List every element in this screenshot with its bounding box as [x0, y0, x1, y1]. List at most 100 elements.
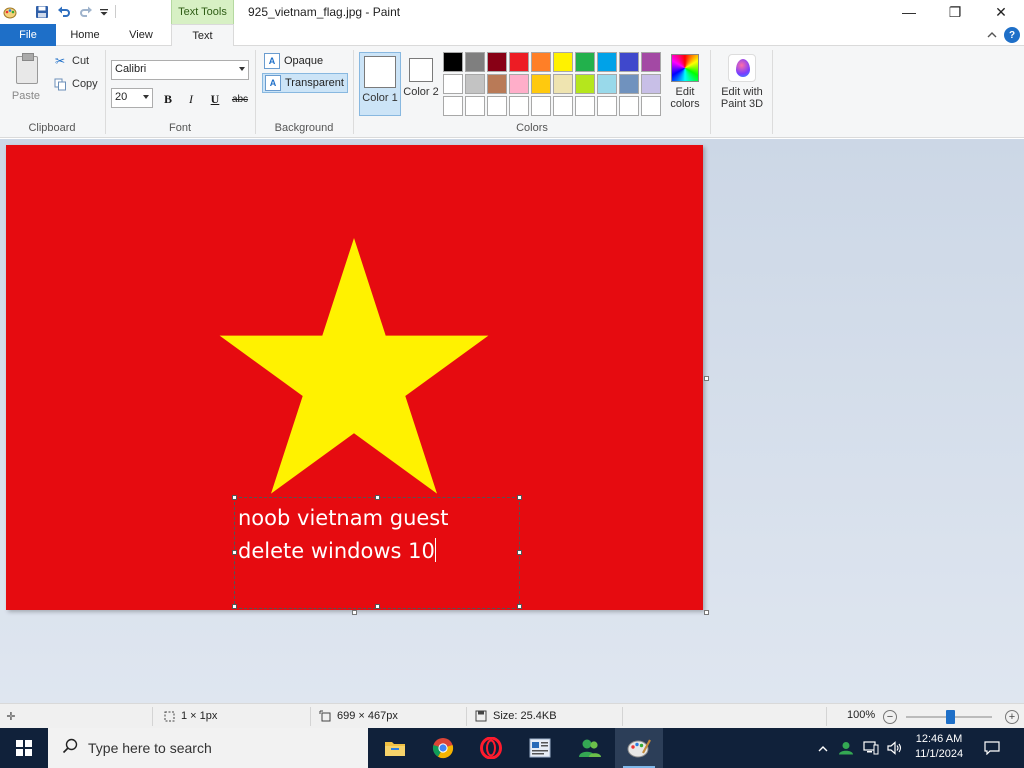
transparent-button[interactable]: A Transparent	[262, 73, 348, 93]
italic-button[interactable]: I	[182, 90, 200, 108]
image-canvas[interactable]: noob vietnam guest delete windows 10	[6, 145, 703, 610]
zoom-in-button[interactable]: +	[1005, 710, 1019, 724]
chrome-button[interactable]	[419, 728, 467, 768]
edit-with-paint3d-button[interactable]: Edit with Paint 3D	[716, 52, 768, 116]
zoom-out-button[interactable]: −	[883, 710, 897, 724]
color1-button[interactable]: Color 1	[359, 52, 401, 116]
palette-swatch[interactable]	[597, 52, 617, 72]
palette-swatch[interactable]	[553, 52, 573, 72]
maximize-button[interactable]: ❐	[932, 0, 978, 24]
palette-swatch[interactable]	[509, 52, 529, 72]
close-button[interactable]: ✕	[978, 0, 1024, 24]
palette-swatch[interactable]	[641, 52, 661, 72]
paint-taskbar-button[interactable]	[615, 728, 663, 768]
undo-icon[interactable]	[56, 4, 72, 20]
palette-swatch[interactable]	[487, 52, 507, 72]
palette-swatch[interactable]	[465, 74, 485, 94]
opaque-button[interactable]: A Opaque	[262, 51, 346, 71]
palette-swatch[interactable]	[575, 96, 595, 116]
save-icon[interactable]	[34, 4, 50, 20]
toolbar-divider	[115, 5, 116, 18]
textbox-resize-handle[interactable]	[517, 495, 522, 500]
palette-swatch[interactable]	[531, 74, 551, 94]
ribbon-tab-row: File Home View Text ?	[0, 24, 1024, 47]
redo-icon[interactable]	[78, 4, 94, 20]
canvas-resize-handle[interactable]	[352, 610, 357, 615]
file-explorer-button[interactable]	[371, 728, 419, 768]
palette-swatch[interactable]	[641, 74, 661, 94]
canvas-resize-handle[interactable]	[704, 376, 709, 381]
palette-swatch[interactable]	[553, 96, 573, 116]
tab-home[interactable]: Home	[58, 24, 112, 46]
bold-button[interactable]: B	[159, 90, 177, 108]
tray-people-icon[interactable]	[836, 728, 856, 768]
palette-swatch[interactable]	[575, 52, 595, 72]
palette-swatch[interactable]	[487, 74, 507, 94]
palette-swatch[interactable]	[443, 74, 463, 94]
textbox-resize-handle[interactable]	[232, 604, 237, 609]
textbox-resize-handle[interactable]	[232, 550, 237, 555]
palette-swatch[interactable]	[597, 96, 617, 116]
palette-swatch[interactable]	[443, 96, 463, 116]
font-size-value: 20	[115, 91, 128, 103]
window-title: 925_vietnam_flag.jpg - Paint	[248, 5, 401, 19]
edit-colors-button[interactable]: Edit colors	[665, 52, 705, 116]
font-family-select[interactable]: Calibri	[111, 60, 249, 80]
text-box[interactable]: noob vietnam guest delete windows 10	[234, 497, 520, 609]
volume-icon[interactable]	[884, 728, 906, 768]
tab-text[interactable]: Text	[171, 24, 234, 47]
people-app-button[interactable]	[566, 728, 614, 768]
palette-swatch[interactable]	[487, 96, 507, 116]
palette-swatch[interactable]	[465, 96, 485, 116]
textbox-resize-handle[interactable]	[517, 604, 522, 609]
collapse-ribbon-icon[interactable]	[984, 27, 1000, 43]
textbox-resize-handle[interactable]	[375, 604, 380, 609]
taskbar-search-box[interactable]: Type here to search	[48, 728, 368, 768]
start-button[interactable]	[0, 728, 48, 768]
textbox-resize-handle[interactable]	[375, 495, 380, 500]
font-size-select[interactable]: 20	[111, 88, 153, 108]
network-icon[interactable]	[860, 728, 882, 768]
palette-swatch[interactable]	[641, 96, 661, 116]
opera-button[interactable]	[467, 728, 515, 768]
notifications-icon[interactable]	[978, 728, 1006, 768]
palette-swatch[interactable]	[443, 52, 463, 72]
show-hidden-icons-button[interactable]	[814, 728, 832, 768]
cut-button[interactable]: ✂ Cut	[52, 52, 89, 70]
group-divider	[710, 50, 711, 134]
palette-swatch[interactable]	[619, 74, 639, 94]
palette-swatch[interactable]	[531, 96, 551, 116]
palette-swatch[interactable]	[509, 96, 529, 116]
palette-swatch[interactable]	[465, 52, 485, 72]
palette-swatch[interactable]	[575, 74, 595, 94]
text-line-1: noob vietnam guest	[238, 506, 449, 530]
paste-button[interactable]: Paste	[6, 52, 46, 104]
palette-swatch[interactable]	[597, 74, 617, 94]
tab-file[interactable]: File	[0, 24, 56, 46]
strikethrough-button[interactable]: abc	[229, 90, 251, 108]
opera-icon	[480, 737, 502, 759]
chevron-down-icon	[239, 67, 245, 71]
news-app-button[interactable]	[516, 728, 564, 768]
clock-date: 11/1/2024	[914, 748, 964, 760]
color2-button[interactable]: Color 2	[402, 52, 440, 116]
textbox-resize-handle[interactable]	[517, 550, 522, 555]
palette-swatch[interactable]	[619, 96, 639, 116]
customize-toolbar-icon[interactable]	[96, 4, 112, 20]
underline-button[interactable]: U	[206, 90, 224, 108]
system-clock[interactable]: 12:46 AM 11/1/2024	[904, 732, 974, 762]
paint-app-icon[interactable]	[2, 4, 18, 20]
help-icon[interactable]: ?	[1004, 27, 1020, 43]
palette-swatch[interactable]	[619, 52, 639, 72]
canvas-resize-handle[interactable]	[704, 610, 709, 615]
palette-swatch[interactable]	[531, 52, 551, 72]
copy-button[interactable]: Copy	[52, 75, 98, 93]
zoom-slider-thumb[interactable]	[946, 710, 955, 724]
palette-swatch[interactable]	[509, 74, 529, 94]
tab-view[interactable]: View	[114, 24, 168, 46]
yellow-star	[219, 238, 489, 494]
color1-swatch	[364, 56, 396, 88]
minimize-button[interactable]: —	[886, 0, 932, 24]
textbox-resize-handle[interactable]	[232, 495, 237, 500]
palette-swatch[interactable]	[553, 74, 573, 94]
